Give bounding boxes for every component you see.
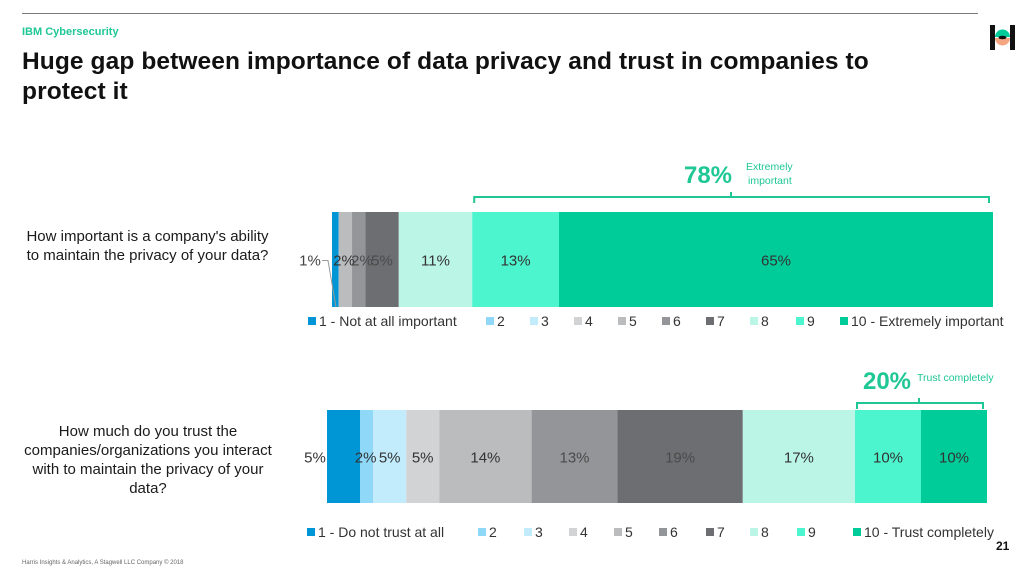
data-label: 13% <box>559 450 589 467</box>
legend-swatch <box>706 317 714 325</box>
legend-swatch <box>840 317 848 325</box>
annotation-text: important <box>748 175 792 187</box>
legend-label: 10 - Trust completely <box>864 524 994 540</box>
legend-label: 1 - Not at all important <box>319 313 457 329</box>
annotation-value: 20% <box>863 368 911 395</box>
data-label: 13% <box>501 253 531 270</box>
legend-label: 3 <box>535 524 543 540</box>
legend-swatch <box>569 528 577 536</box>
legend-label: 10 - Extremely important <box>851 313 1004 329</box>
data-label: 2% <box>351 253 373 270</box>
legend-label: 4 <box>580 524 588 540</box>
legend-swatch <box>662 317 670 325</box>
legend-swatch <box>797 528 805 536</box>
data-label: 11% <box>421 253 450 270</box>
legend-label: 8 <box>761 313 769 329</box>
data-label: 5% <box>304 450 326 467</box>
legend-swatch <box>853 528 861 536</box>
data-label: 14% <box>470 450 500 467</box>
data-label: 5% <box>412 450 434 467</box>
legend-swatch <box>750 317 758 325</box>
legend-label: 5 <box>629 313 637 329</box>
data-label: 2% <box>355 450 377 467</box>
legend-label: 7 <box>717 524 725 540</box>
legend-swatch <box>308 317 316 325</box>
legend-swatch <box>486 317 494 325</box>
legend-swatch <box>530 317 538 325</box>
legend-swatch <box>796 317 804 325</box>
legend-swatch <box>706 528 714 536</box>
legend-label: 4 <box>585 313 593 329</box>
data-label: 65% <box>761 253 791 270</box>
legend-label: 2 <box>489 524 497 540</box>
legend-label: 6 <box>670 524 678 540</box>
legend-label: 8 <box>761 524 769 540</box>
legend-swatch <box>659 528 667 536</box>
legend-label: 6 <box>673 313 681 329</box>
legend-swatch <box>618 317 626 325</box>
legend-label: 9 <box>808 524 816 540</box>
data-label: 5% <box>371 253 393 270</box>
page-number: 21 <box>996 539 1010 553</box>
legend-label: 9 <box>807 313 815 329</box>
annotation-bracket <box>473 192 990 203</box>
data-label: 10% <box>873 450 903 467</box>
annotation-text: Extremely <box>746 161 793 173</box>
data-label: 10% <box>939 450 969 467</box>
footer-credit: Harris Insights & Analytics, A Stagwell … <box>22 560 184 566</box>
legend-label: 3 <box>541 313 549 329</box>
data-label: 19% <box>665 450 695 467</box>
legend-swatch <box>524 528 532 536</box>
annotation-bracket <box>856 398 984 409</box>
legend-label: 5 <box>625 524 633 540</box>
annotation-text: Trust completely <box>917 372 994 384</box>
stacked-bar-charts: 1% 2%2%5% 11% 13% 65%78% Extremelyimportant1 … <box>299 161 1004 540</box>
legend-label: 2 <box>497 313 505 329</box>
legend-swatch <box>478 528 486 536</box>
legend-swatch <box>307 528 315 536</box>
legend-label: 7 <box>717 313 725 329</box>
data-label: 17% <box>784 450 814 467</box>
data-label: 1% <box>299 253 321 270</box>
legend-swatch <box>750 528 758 536</box>
legend-swatch <box>614 528 622 536</box>
annotation-value: 78% <box>684 162 732 189</box>
data-label: 5% <box>379 450 401 467</box>
legend-label: 1 - Do not trust at all <box>318 524 444 540</box>
legend-swatch <box>574 317 582 325</box>
